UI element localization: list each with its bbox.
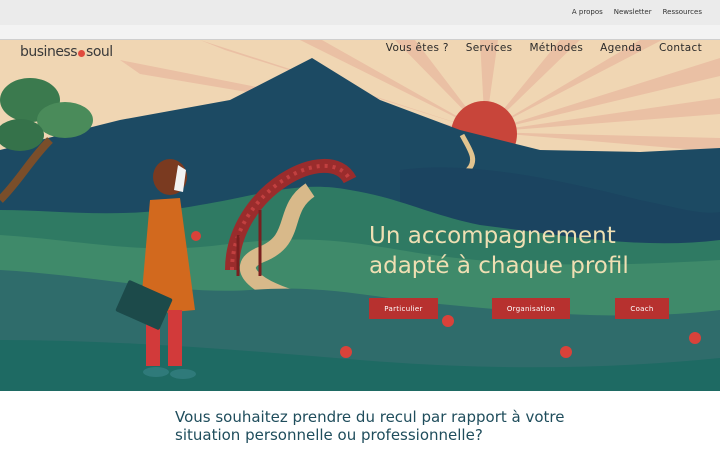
utility-link-a-propos[interactable]: A propos <box>572 8 603 16</box>
coach-button[interactable]: Coach <box>615 298 669 319</box>
intro-line1: Vous souhaitez prendre du recul par rapp… <box>175 408 565 426</box>
header-spacer <box>0 25 720 40</box>
nav-services[interactable]: Services <box>466 42 513 54</box>
logo-text-soul: soul <box>86 44 113 60</box>
utility-link-ressources[interactable]: Ressources <box>663 8 702 16</box>
brand-logo[interactable]: business soul <box>20 44 113 60</box>
main-nav: Vous êtes ? Services Méthodes Agenda Con… <box>386 42 702 54</box>
utility-nav: A propos Newsletter Ressources <box>572 8 702 16</box>
logo-text-business: business <box>20 44 78 60</box>
nav-methodes[interactable]: Méthodes <box>529 42 583 54</box>
nav-contact[interactable]: Contact <box>659 42 702 54</box>
hero-banner <box>0 40 720 391</box>
nav-agenda[interactable]: Agenda <box>600 42 642 54</box>
intro-heading: Vous souhaitez prendre du recul par rapp… <box>175 408 675 444</box>
utility-link-newsletter[interactable]: Newsletter <box>614 8 652 16</box>
organisation-button[interactable]: Organisation <box>492 298 570 319</box>
hero-headline-line2: adapté à chaque profil <box>369 253 629 279</box>
intro-line2: situation personnelle ou professionnelle… <box>175 426 483 444</box>
utility-bar: A propos Newsletter Ressources <box>0 0 720 25</box>
logo-dot-icon <box>78 49 86 57</box>
nav-vous-etes[interactable]: Vous êtes ? <box>386 42 449 54</box>
hero-illustration <box>0 40 720 391</box>
hero-headline-line1: Un accompagnement <box>369 223 616 249</box>
particulier-button[interactable]: Particulier <box>369 298 438 319</box>
hero-headline: Un accompagnement adapté à chaque profil <box>369 221 709 281</box>
